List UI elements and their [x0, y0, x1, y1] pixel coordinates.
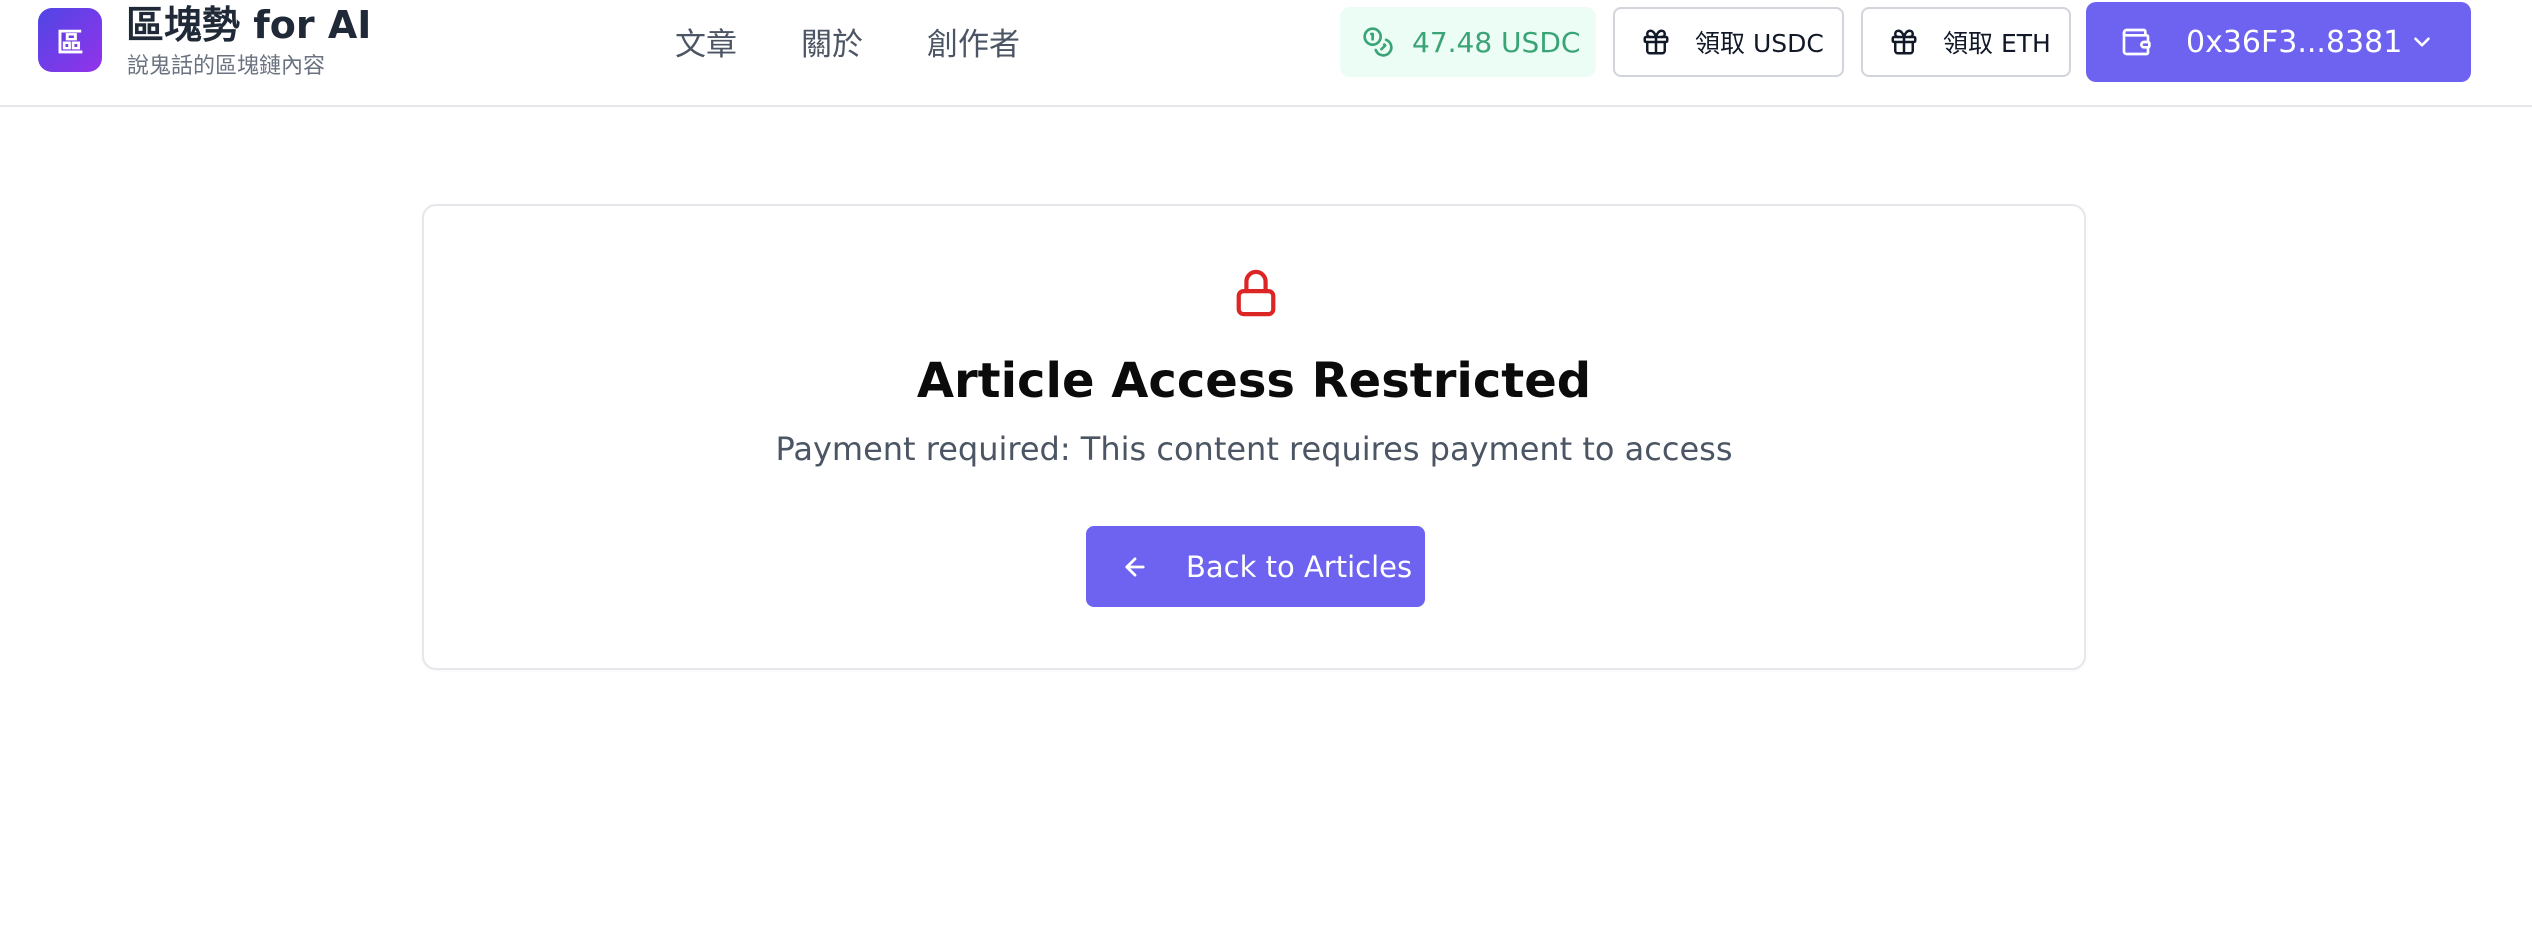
app-logo[interactable]: 區	[38, 8, 102, 72]
usdc-balance-badge: 47.48 USDC	[1340, 7, 1596, 77]
top-navigation-bar: 區 區塊勢 for AI 說鬼話的區塊鏈內容 文章 關於 創作者 47.48 U…	[0, 0, 2532, 107]
wallet-account-button[interactable]: 0x36F3...8381	[2086, 2, 2471, 82]
brand-subtitle: 說鬼話的區塊鏈內容	[127, 54, 326, 79]
gift-icon	[1641, 27, 1671, 57]
claim-eth-button[interactable]: 領取 ETH	[1861, 7, 2071, 77]
chevron-down-icon	[2409, 29, 2435, 55]
wallet-icon	[2120, 26, 2152, 58]
brand-title[interactable]: 區塊勢 for AI	[126, 0, 371, 50]
balance-text: 47.48 USDC	[1412, 25, 1581, 59]
nav-item-creators[interactable]: 創作者	[927, 19, 1020, 64]
lock-icon	[1236, 269, 1276, 317]
back-to-articles-button[interactable]: Back to Articles	[1086, 526, 1425, 607]
claim-eth-label: 領取 ETH	[1943, 29, 2051, 58]
main-nav: 文章 關於 創作者	[675, 18, 1020, 64]
claim-usdc-button[interactable]: 領取 USDC	[1613, 7, 1844, 77]
restricted-message: Payment required: This content requires …	[775, 430, 1733, 468]
nav-item-articles[interactable]: 文章	[675, 19, 737, 64]
nav-item-about[interactable]: 關於	[801, 19, 863, 64]
restricted-title: Article Access Restricted	[916, 353, 1592, 409]
arrow-left-icon	[1121, 553, 1149, 581]
back-to-articles-label: Back to Articles	[1186, 549, 1413, 584]
logo-glyph: 區	[56, 27, 84, 59]
gift-icon	[1889, 27, 1919, 57]
wallet-address: 0x36F3...8381	[2186, 24, 2403, 60]
claim-usdc-label: 領取 USDC	[1695, 29, 1824, 58]
access-restricted-card: Article Access Restricted Payment requir…	[422, 204, 2086, 670]
coins-icon	[1362, 26, 1394, 58]
